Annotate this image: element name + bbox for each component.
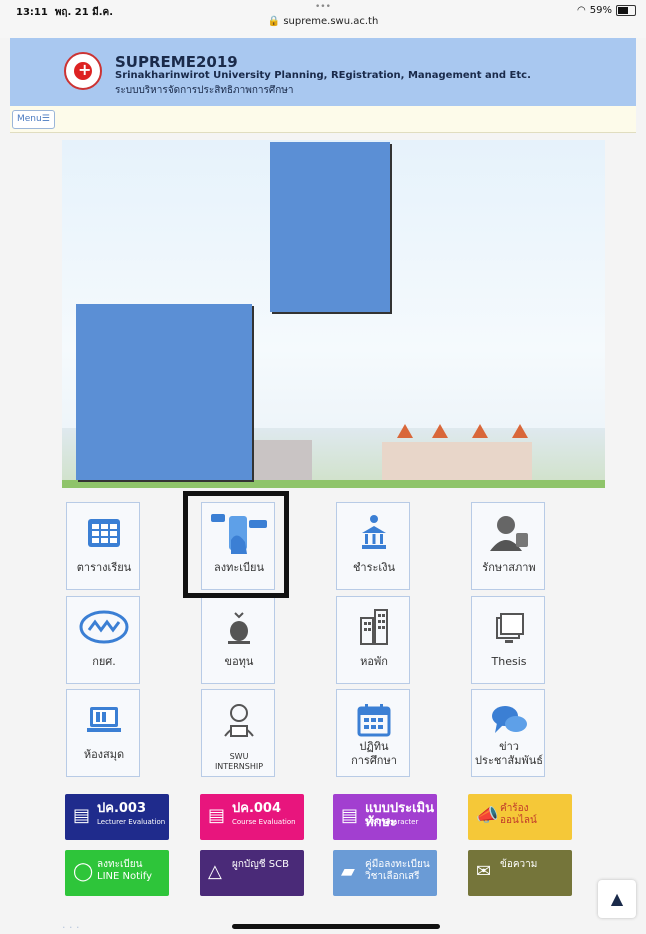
money-bag-icon [202, 607, 276, 647]
menu-tile-label: ข่าว ประชาสัมพันธ์ [475, 740, 543, 767]
person-status-icon [472, 513, 546, 553]
banner-roof [432, 424, 448, 438]
line-icon: ◯ [73, 861, 94, 882]
banner-roof [472, 424, 488, 438]
menu-tile[interactable]: ชำระเงิน [336, 502, 410, 590]
menu-tile-label: ตารางเรียน [76, 561, 132, 574]
scb-icon: △ [208, 861, 222, 882]
thesis-icon [472, 607, 546, 647]
link-button-title: ข้อความ [500, 859, 538, 870]
menu-tile[interactable]: ห้องสมุด [66, 689, 140, 777]
site-title: SUPREME2019 [115, 53, 238, 71]
timetable-icon [67, 513, 141, 553]
megaphone-icon: 📣 [476, 805, 499, 826]
status-bar: 13:11 พฤ. 21 มี.ค. ••• 🔒 supreme.swu.ac.… [0, 0, 646, 38]
banner-roof [512, 424, 528, 438]
menu-tile-label: ห้องสมุด [83, 748, 125, 761]
menu-tile[interactable]: ตารางเรียน [66, 502, 140, 590]
menu-tile[interactable]: ปฏิทิน การศึกษา [336, 689, 410, 777]
link-button-subtitle: Course Evaluation [232, 818, 296, 826]
status-right: ◠ 59% [577, 5, 636, 16]
redacted-block [76, 304, 252, 480]
link-button-title: คำร้อง ออนไลน์ [500, 803, 537, 826]
calendar-icon [337, 700, 411, 740]
survey-icon: ▤ [73, 805, 91, 826]
link-button[interactable]: 📣 คำร้อง ออนไลน์ [468, 794, 572, 840]
menu-bar: Menu☰ [10, 106, 636, 133]
dormitory-building-icon [337, 607, 411, 647]
laptop-library-icon [67, 700, 141, 740]
menu-tile[interactable]: หอพัก [336, 596, 410, 684]
home-indicator [232, 924, 440, 929]
link-button-title: คู่มือลงทะเบียน วิชาเลือกเสรี [365, 859, 430, 882]
link-button[interactable]: ▤ แบบประเมินทักษะ SWU Character [333, 794, 437, 840]
mail-icon: ✉ [476, 861, 492, 882]
menu-tile-label: รักษาสภาพ [482, 561, 536, 574]
menu-tile-label: ชำระเงิน [352, 561, 396, 574]
menu-tile-label: ปฏิทิน การศึกษา [351, 740, 397, 767]
link-button[interactable]: ▤ ปค.003 Lecturer Evaluation [65, 794, 169, 840]
address-bar[interactable]: 🔒 supreme.swu.ac.th [0, 16, 646, 27]
internship-reader-icon [202, 700, 276, 740]
link-button[interactable]: ▤ ปค.004 Course Evaluation [200, 794, 304, 840]
survey-icon: ▤ [208, 805, 226, 826]
student-loan-icon [67, 607, 141, 647]
link-button[interactable]: △ ผูกบัญชี SCB [200, 850, 304, 896]
site-subtitle: Srinakharinwirot University Planning, RE… [115, 70, 531, 81]
menu-tile-label: ขอทุน [224, 655, 254, 668]
link-button[interactable]: ◯ ลงทะเบียน LINE Notify [65, 850, 169, 896]
link-button[interactable]: ▰ คู่มือลงทะเบียน วิชาเลือกเสรี [333, 850, 437, 896]
link-button-subtitle: Lecturer Evaluation [97, 818, 166, 826]
banner-building [382, 442, 532, 480]
banner-roof [397, 424, 413, 438]
battery-percent: 59% [589, 5, 612, 16]
link-button[interactable]: ✉ ข้อความ [468, 850, 572, 896]
link-button-title: ปค.004 [232, 801, 282, 816]
university-logo[interactable] [64, 52, 102, 90]
link-button-title: ลงทะเบียน LINE Notify [97, 859, 153, 882]
menu-tile[interactable]: ข่าว ประชาสัมพันธ์ [471, 689, 545, 777]
menu-tile[interactable]: รักษาสภาพ [471, 502, 545, 590]
menu-tile[interactable]: กยศ. [66, 596, 140, 684]
site-header: SUPREME2019 Srinakharinwirot University … [10, 38, 636, 106]
tab-dots[interactable]: ••• [315, 2, 331, 12]
link-button-subtitle: SWU Character [365, 818, 419, 826]
banner-grass [62, 480, 605, 488]
redacted-block [270, 142, 390, 312]
banner-building [252, 440, 312, 480]
wifi-icon: ◠ [577, 5, 586, 16]
menu-tile[interactable]: SWU INTERNSHIP [201, 689, 275, 777]
menu-tile[interactable]: Thesis [471, 596, 545, 684]
menu-button[interactable]: Menu☰ [12, 110, 55, 129]
bank-payment-icon [337, 513, 411, 553]
scroll-to-top-button[interactable]: ▲ [598, 880, 636, 918]
faded-footer-text: · · · [62, 921, 80, 934]
menu-tile-label: Thesis [491, 655, 527, 668]
site-thai-subtitle: ระบบบริหารจัดการประสิทธิภาพการศึกษา [115, 85, 294, 96]
menu-tile-label: หอพัก [360, 655, 388, 668]
survey-icon: ▤ [341, 805, 359, 826]
link-button-title: ปค.003 [97, 801, 147, 816]
chat-bubbles-icon [472, 700, 546, 740]
highlight-box [183, 491, 289, 598]
manual-icon: ▰ [341, 861, 355, 882]
menu-tile[interactable]: ขอทุน [201, 596, 275, 684]
link-button-title: ผูกบัญชี SCB [232, 859, 289, 870]
menu-tile-label: กยศ. [92, 655, 116, 668]
battery-icon [616, 5, 636, 16]
menu-tile-label: SWU INTERNSHIP [214, 752, 264, 771]
